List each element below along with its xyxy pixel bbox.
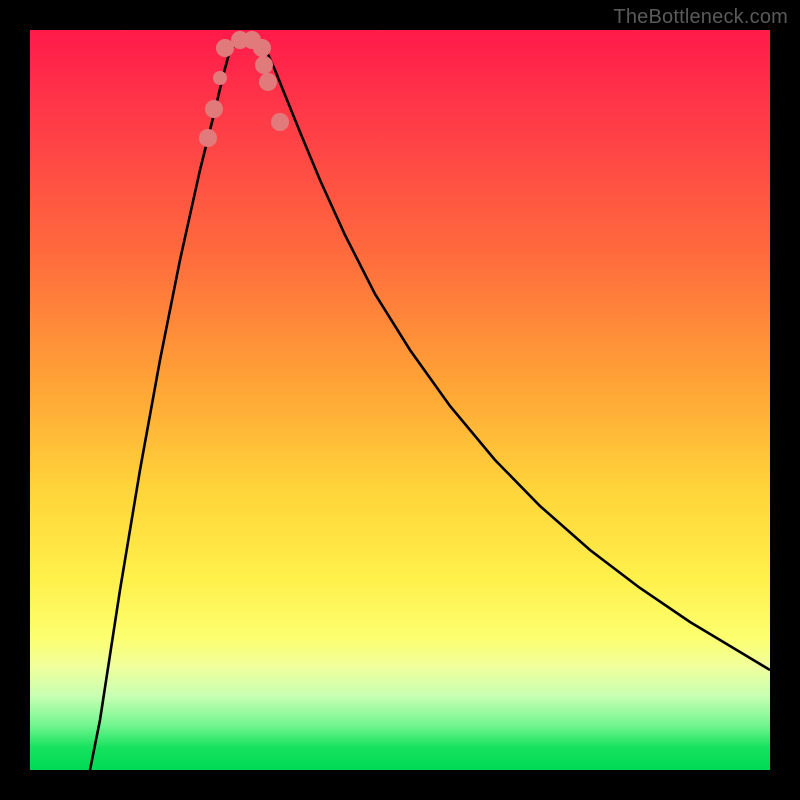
marker-dot bbox=[213, 71, 227, 85]
left-curve bbox=[90, 40, 240, 770]
markers-group bbox=[199, 31, 289, 147]
curve-group bbox=[90, 40, 770, 770]
marker-dot bbox=[255, 56, 273, 74]
marker-dot bbox=[199, 129, 217, 147]
right-curve bbox=[260, 40, 770, 670]
marker-dot bbox=[259, 73, 277, 91]
chart-svg bbox=[30, 30, 770, 770]
marker-dot bbox=[205, 100, 223, 118]
marker-dot bbox=[253, 39, 271, 57]
marker-dot bbox=[271, 113, 289, 131]
chart-frame: TheBottleneck.com bbox=[0, 0, 800, 800]
watermark-text: TheBottleneck.com bbox=[613, 6, 788, 29]
chart-plot-area bbox=[30, 30, 770, 770]
